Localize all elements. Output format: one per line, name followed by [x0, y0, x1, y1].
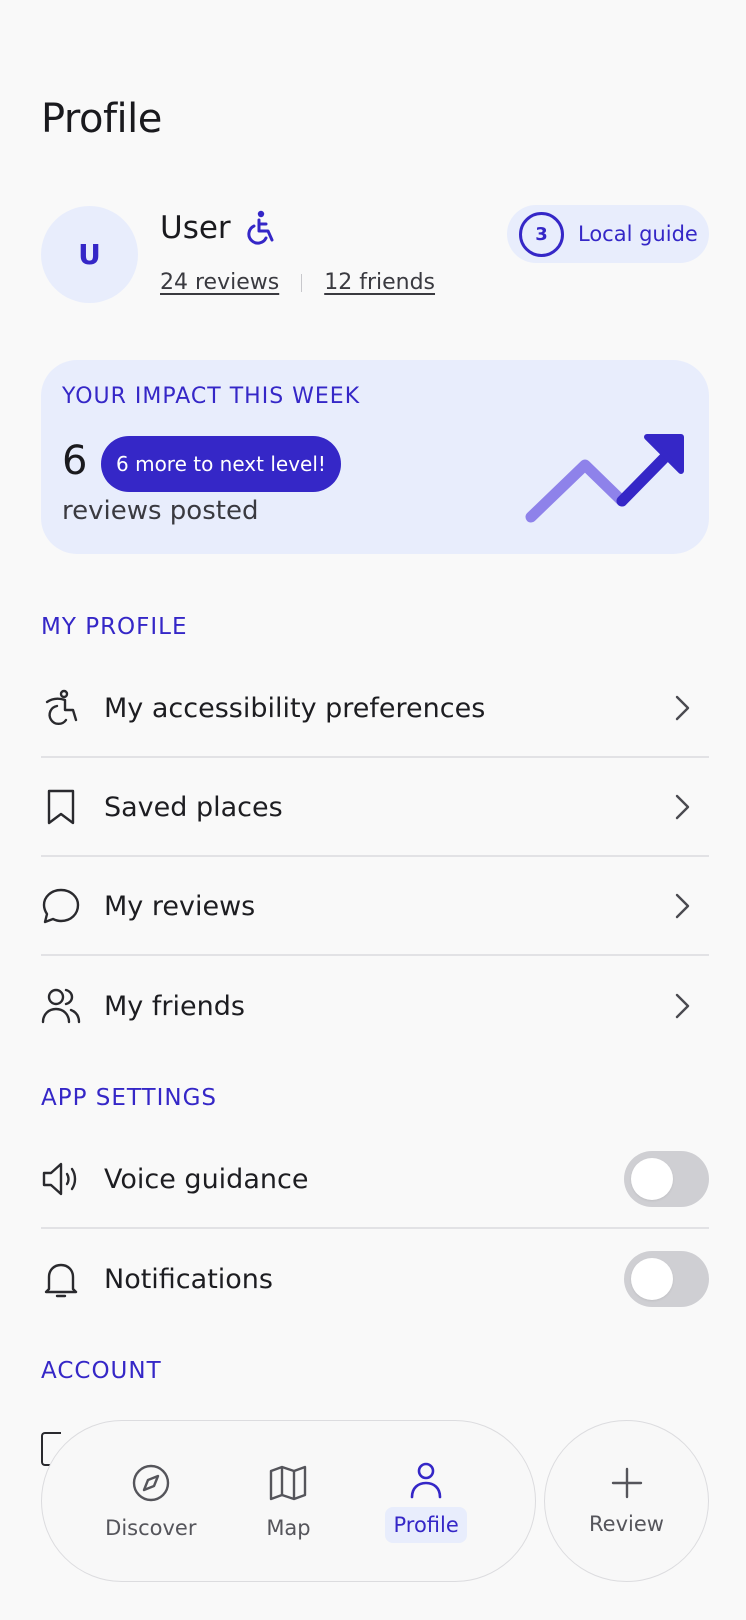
setting-label: Voice guidance [104, 1163, 309, 1195]
accessibility-icon [41, 688, 81, 728]
compass-icon [132, 1464, 170, 1502]
menu-item-label: Saved places [104, 791, 283, 823]
plus-icon [611, 1467, 642, 1499]
setting-label: Notifications [104, 1263, 273, 1295]
avatar[interactable]: U [41, 206, 138, 303]
menu-item-my-friends[interactable]: My friends [41, 957, 709, 1055]
nav-discover[interactable]: Discover [96, 1462, 206, 1540]
local-guide-badge[interactable]: 3 Local guide [507, 205, 709, 263]
chevron-right-icon [675, 993, 690, 1019]
bottom-nav: Discover Map Profile [41, 1420, 536, 1582]
impact-title: YOUR IMPACT THIS WEEK [62, 384, 361, 409]
friends-link[interactable]: 12 friends [324, 270, 435, 295]
wheelchair-icon [247, 210, 274, 245]
review-button[interactable]: Review [544, 1420, 709, 1582]
trending-up-icon [525, 434, 684, 523]
person-icon [410, 1462, 442, 1499]
impact-card: YOUR IMPACT THIS WEEK 6 6 more to next l… [41, 360, 709, 554]
toggle-knob [631, 1158, 673, 1200]
menu-item-accessibility[interactable]: My accessibility preferences [41, 660, 709, 758]
guide-label: Local guide [578, 222, 698, 246]
next-level-pill: 6 more to next level! [101, 436, 341, 492]
section-header-app-settings: APP SETTINGS [41, 1085, 218, 1111]
section-header-account: ACCOUNT [41, 1358, 162, 1384]
bell-icon [41, 1259, 81, 1299]
setting-notifications: Notifications [41, 1230, 709, 1328]
chevron-right-icon [675, 695, 690, 721]
reviews-link[interactable]: 24 reviews [160, 270, 279, 295]
nav-map[interactable]: Map [233, 1462, 343, 1540]
menu-item-label: My friends [104, 990, 245, 1022]
chevron-right-icon [675, 893, 690, 919]
voice-guidance-toggle[interactable] [624, 1151, 709, 1207]
nav-label: Discover [105, 1516, 197, 1540]
toggle-knob [631, 1258, 673, 1300]
map-icon [270, 1465, 307, 1501]
section-header-my-profile: MY PROFILE [41, 614, 188, 640]
impact-subtitle: reviews posted [62, 496, 259, 526]
setting-voice-guidance: Voice guidance [41, 1131, 709, 1229]
user-name: User [160, 210, 231, 246]
review-label: Review [589, 1512, 664, 1536]
menu-item-my-reviews[interactable]: My reviews [41, 858, 709, 956]
nav-profile[interactable]: Profile [371, 1459, 481, 1543]
impact-count: 6 [62, 438, 88, 484]
notifications-toggle[interactable] [624, 1251, 709, 1307]
menu-item-label: My reviews [104, 890, 256, 922]
guide-level: 3 [519, 211, 564, 257]
bookmark-icon [41, 787, 81, 827]
user-stats: 24 reviews 12 friends [160, 270, 435, 295]
page-title: Profile [41, 96, 162, 142]
nav-label: Profile [385, 1507, 467, 1543]
chat-bubble-icon [41, 886, 81, 926]
menu-item-label: My accessibility preferences [104, 692, 486, 724]
stats-divider [301, 273, 303, 292]
menu-item-saved-places[interactable]: Saved places [41, 759, 709, 857]
nav-label: Map [266, 1516, 311, 1540]
speaker-icon [41, 1159, 81, 1199]
chevron-right-icon [675, 794, 690, 820]
users-icon [41, 986, 81, 1026]
